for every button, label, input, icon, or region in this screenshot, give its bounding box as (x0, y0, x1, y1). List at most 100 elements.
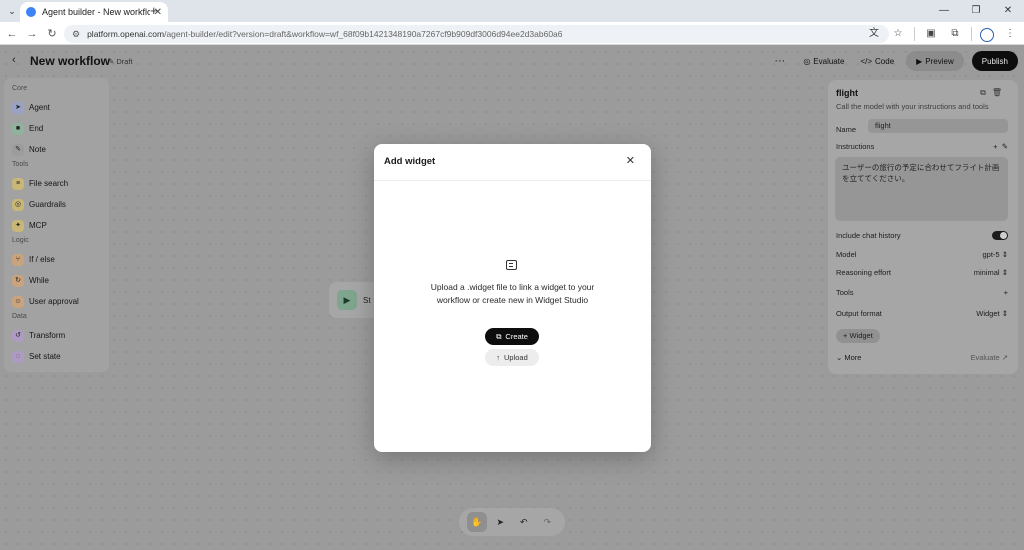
sidebar-item-label: Guardrails (29, 200, 66, 209)
preview-button[interactable]: ▶ Preview (906, 51, 964, 71)
note-icon: ✎ (12, 143, 24, 156)
chevron-down-icon: ⌄ (836, 353, 843, 362)
reasoning-label: Reasoning effort (836, 268, 891, 277)
modal-close-icon[interactable]: ✕ (626, 154, 635, 167)
sidebar-item-label: File search (29, 179, 69, 188)
profile-avatar-icon[interactable] (980, 27, 994, 42)
sidebar-item-file-search[interactable]: ≡ File search (12, 173, 101, 194)
external-link-icon: ⧉ (496, 331, 502, 341)
browser-tabstrip: ⌄ Agent builder - New workflow ✕ + — ❐ ✕ (0, 0, 1024, 22)
panel-evaluate-link[interactable]: Evaluate ↗ (970, 353, 1008, 362)
pointer-tool-icon[interactable]: ➤ (490, 512, 510, 532)
instructions-textarea[interactable]: ユーザーの旅行の予定に合わせてフライト計画を立ててください。 (835, 157, 1008, 221)
workflow-title[interactable]: New workflow (30, 54, 110, 68)
output-format-select[interactable]: Widget ⇕ (976, 309, 1008, 318)
modal-divider (374, 180, 651, 181)
add-tool-icon[interactable]: + (1004, 288, 1008, 297)
name-input[interactable]: flight (868, 119, 1008, 133)
redo-icon[interactable]: ↷ (537, 512, 557, 532)
output-format-label: Output format (836, 309, 882, 318)
model-select[interactable]: gpt-5 ⇕ (983, 250, 1009, 259)
site-info-icon[interactable]: ⚙ (72, 29, 80, 40)
window-close-icon[interactable]: ✕ (992, 0, 1024, 22)
add-icon[interactable]: + (993, 142, 997, 151)
magic-edit-icon[interactable]: ✎ (1002, 142, 1008, 151)
minimize-icon[interactable]: — (928, 0, 960, 22)
upload-arrow-icon: ↑ (496, 353, 500, 362)
window-controls: — ❐ ✕ (928, 0, 1024, 22)
sidebar-item-user-approval[interactable]: ☺ User approval (12, 291, 101, 312)
sidebar-item-while[interactable]: ↻ While (12, 270, 101, 291)
section-label-logic: Logic (12, 237, 29, 244)
restore-icon[interactable]: ❐ (960, 0, 992, 22)
agent-icon: ➤ (12, 101, 24, 114)
back-icon[interactable]: ← (4, 26, 20, 42)
new-tab-icon[interactable]: + (150, 3, 164, 19)
sidebar-item-label: Note (29, 145, 46, 154)
agent-properties-panel: flight ⧉🗑 Call the model with your instr… (828, 80, 1018, 374)
tab-title: Agent builder - New workflow (42, 7, 150, 17)
add-widget-modal: Add widget ✕ Upload a .widget file to li… (374, 144, 651, 452)
tab-search-icon[interactable]: ⌄ (4, 3, 20, 19)
start-play-icon: ▶ (337, 290, 357, 310)
sidebar-item-transform[interactable]: ↺ Transform (12, 325, 101, 346)
name-label: Name (836, 125, 857, 134)
evaluate-button[interactable]: ◎ Evaluate (799, 51, 848, 71)
sidebar-item-mcp[interactable]: ✦ MCP (12, 215, 101, 236)
translate-icon[interactable]: 文 (866, 26, 882, 42)
modal-description: Upload a .widget file to link a widget t… (430, 282, 595, 305)
sidebar-item-if-else[interactable]: ⑂ If / else (12, 249, 101, 270)
address-bar[interactable]: ⚙ platform.openai.com/agent-builder/edit… (64, 25, 889, 43)
sidebar-item-set-state[interactable]: ◌ Set state (12, 346, 101, 367)
undo-icon[interactable]: ↶ (514, 512, 534, 532)
chat-history-row: Include chat history (836, 231, 1008, 240)
modal-title: Add widget (384, 156, 436, 167)
file-search-icon: ≡ (12, 177, 24, 190)
sidebar-item-note[interactable]: ✎ Note (12, 139, 101, 160)
hand-tool-icon[interactable]: ✋ (466, 512, 487, 532)
start-node-label: St (363, 295, 371, 305)
model-row: Model gpt-5 ⇕ (836, 250, 1008, 259)
reasoning-select[interactable]: minimal ⇕ (974, 268, 1008, 277)
bookmark-star-icon[interactable]: ☆ (890, 26, 906, 42)
tools-label: Tools (836, 288, 854, 297)
canvas-toolbar: ✋ ➤ ↶ ↷ (459, 508, 565, 536)
more-options-icon[interactable]: ··· (774, 55, 785, 67)
add-widget-chip[interactable]: + Widget (836, 329, 880, 343)
more-toggle[interactable]: ⌄ More (836, 353, 861, 362)
widget-icon (506, 260, 517, 270)
browser-tab[interactable]: Agent builder - New workflow ✕ (20, 2, 168, 22)
copy-icon[interactable]: ⧉ (980, 88, 992, 97)
app-header: ‹ New workflow ✎ Draft ··· ◎ Evaluate </>… (0, 46, 1024, 76)
code-button[interactable]: </> Code (856, 51, 898, 71)
transform-icon: ↺ (12, 329, 24, 342)
delete-icon[interactable]: 🗑 (992, 88, 1008, 97)
evaluate-icon: ◎ (803, 56, 811, 66)
guardrails-icon: ◎ (12, 198, 24, 211)
browser-toolbar: ← → ↻ ⚙ platform.openai.com/agent-builde… (0, 22, 1024, 45)
panel-actions: ⧉🗑 (980, 88, 1008, 98)
chat-history-toggle[interactable] (992, 231, 1008, 240)
publish-button[interactable]: Publish (971, 51, 1018, 71)
select-chevron-icon: ⇕ (1001, 309, 1008, 318)
forward-icon[interactable]: → (24, 26, 40, 42)
select-chevron-icon: ⇕ (1001, 250, 1008, 259)
create-widget-button[interactable]: ⧉ Create (485, 328, 539, 345)
toolbar-actions: 文 ☆ ▣ ⧉ ⋮ (866, 25, 1018, 43)
sidebar-item-guardrails[interactable]: ◎ Guardrails (12, 194, 101, 215)
sidebar-item-label: Agent (29, 103, 50, 112)
toolbar-divider (914, 27, 915, 41)
sidebar-item-agent[interactable]: ➤ Agent (12, 97, 101, 118)
set-state-icon: ◌ (12, 350, 24, 363)
toolbar-divider (971, 27, 972, 41)
upload-widget-button[interactable]: ↑ Upload (485, 349, 539, 366)
sidebar-item-label: Set state (29, 352, 61, 361)
while-icon: ↻ (12, 274, 24, 287)
reload-icon[interactable]: ↻ (44, 26, 60, 42)
sidebar-item-end[interactable]: ■ End (12, 118, 101, 139)
extensions-icon[interactable]: ⧉ (947, 26, 963, 42)
back-chevron-icon[interactable]: ‹ (12, 54, 16, 66)
browser-menu-icon[interactable]: ⋮ (1002, 26, 1018, 42)
sidebar-item-label: End (29, 124, 44, 133)
cast-icon[interactable]: ▣ (923, 26, 939, 42)
